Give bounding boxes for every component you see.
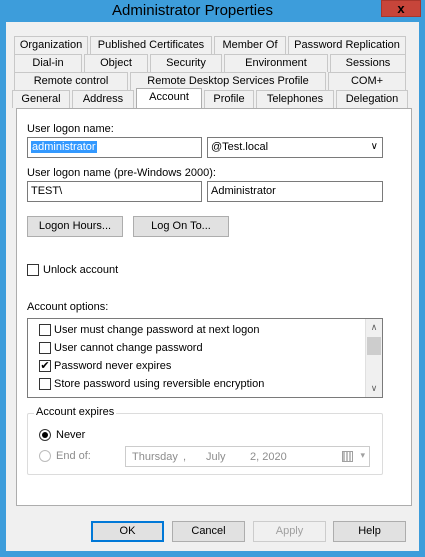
end-of-radio[interactable] xyxy=(39,450,51,462)
scroll-down-icon[interactable]: ∨ xyxy=(366,380,382,397)
tab-organization[interactable]: Organization xyxy=(14,36,88,54)
tab-address[interactable]: Address xyxy=(72,90,134,108)
tab-security[interactable]: Security xyxy=(150,54,222,72)
account-expires-title: Account expires xyxy=(34,406,117,418)
option-checkbox[interactable] xyxy=(39,342,51,354)
date-month: July xyxy=(206,451,226,463)
pre2000-domain-field: TEST\ xyxy=(27,181,202,202)
date-separator: , xyxy=(183,451,187,463)
calendar-icon xyxy=(342,451,353,462)
expiry-date-picker: Thursday , July 2, 2020 ▾ xyxy=(125,446,370,467)
never-radio[interactable] xyxy=(39,429,51,441)
date-num: 2, 2020 xyxy=(250,451,287,463)
tab-profile[interactable]: Profile xyxy=(204,90,254,108)
logon-name-value: administrator xyxy=(31,141,97,153)
tab-telephones[interactable]: Telephones xyxy=(256,90,334,108)
unlock-account-label: Unlock account xyxy=(43,264,119,276)
chevron-down-icon: ∨ xyxy=(370,141,378,152)
option-checkbox-checked[interactable]: ✔ xyxy=(39,360,51,372)
apply-button[interactable]: Apply xyxy=(253,521,326,542)
properties-window: Administrator Properties x Organization … xyxy=(0,0,425,557)
pre2000-name-input[interactable]: Administrator xyxy=(207,181,383,202)
tab-com-plus[interactable]: COM+ xyxy=(328,72,406,90)
tab-remote-control[interactable]: Remote control xyxy=(14,72,128,90)
account-options-label: Account options: xyxy=(27,301,109,313)
option-checkbox[interactable] xyxy=(39,378,51,390)
pre2000-label: User logon name (pre-Windows 2000): xyxy=(27,167,216,179)
tab-delegation[interactable]: Delegation xyxy=(336,90,408,108)
option-label: User must change password at next logon xyxy=(54,324,260,336)
tab-password-replication[interactable]: Password Replication xyxy=(288,36,406,54)
options-scrollbar[interactable]: ∧ ∨ xyxy=(365,319,382,397)
window-title: Administrator Properties xyxy=(112,2,273,19)
option-checkbox[interactable] xyxy=(39,324,51,336)
tab-member-of[interactable]: Member Of xyxy=(214,36,286,54)
chevron-down-icon: ▾ xyxy=(360,450,365,460)
never-label: Never xyxy=(56,429,86,441)
tab-sessions[interactable]: Sessions xyxy=(330,54,406,72)
logon-hours-button[interactable]: Logon Hours... xyxy=(27,216,123,237)
tab-dial-in[interactable]: Dial-in xyxy=(14,54,82,72)
option-label: Password never expires xyxy=(54,360,172,372)
scroll-up-icon[interactable]: ∧ xyxy=(366,319,382,336)
close-button[interactable]: x xyxy=(381,0,421,17)
tab-environment[interactable]: Environment xyxy=(224,54,328,72)
scroll-thumb[interactable] xyxy=(367,337,381,355)
dialog-client-area: Organization Published Certificates Memb… xyxy=(6,22,419,551)
option-label: Store password using reversible encrypti… xyxy=(54,378,265,390)
account-options-list[interactable]: User must change password at next logon … xyxy=(27,318,383,398)
ok-button[interactable]: OK xyxy=(91,521,164,542)
logon-name-input[interactable]: administrator xyxy=(27,137,202,158)
end-of-label: End of: xyxy=(56,450,91,462)
option-label: User cannot change password xyxy=(54,342,203,354)
unlock-account-checkbox[interactable] xyxy=(27,264,39,276)
cancel-button[interactable]: Cancel xyxy=(172,521,245,542)
tab-object[interactable]: Object xyxy=(84,54,148,72)
help-button[interactable]: Help xyxy=(333,521,406,542)
domain-suffix-select[interactable]: @Test.local ∨ xyxy=(207,137,383,158)
tab-account[interactable]: Account xyxy=(136,88,202,108)
tab-general[interactable]: General xyxy=(12,90,70,108)
date-day: Thursday xyxy=(132,451,178,463)
tab-published-certificates[interactable]: Published Certificates xyxy=(90,36,212,54)
domain-suffix-value: @Test.local xyxy=(211,141,269,153)
log-on-to-button[interactable]: Log On To... xyxy=(133,216,229,237)
logon-name-label: User logon name: xyxy=(27,123,114,135)
title-bar[interactable]: Administrator Properties x xyxy=(0,0,425,22)
account-tab-panel: User logon name: administrator @Test.loc… xyxy=(16,108,412,506)
